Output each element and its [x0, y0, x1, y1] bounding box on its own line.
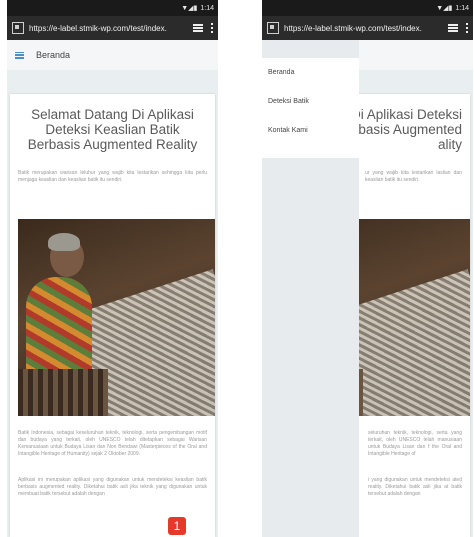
- overflow-menu-icon[interactable]: [466, 23, 468, 33]
- url-text[interactable]: https://e-label.stmik-wp.com/test/index.: [284, 24, 442, 33]
- browser-url-bar: https://e-label.stmik-wp.com/test/index.: [7, 16, 218, 40]
- phone-screen-right: ▼◢▮ 1:14 https://e-label.stmik-wp.com/te…: [262, 0, 473, 537]
- clock: 1:14: [455, 4, 469, 12]
- page-title: Selamat Datang Di Aplikasi Deteksi Keasl…: [27, 107, 198, 152]
- step-number-badge: 1: [168, 517, 186, 535]
- drawer-item-kontak-kami[interactable]: Kontak Kami: [262, 116, 359, 145]
- tabs-icon[interactable]: [448, 24, 458, 32]
- intro-text-partial: ur yang wajib kita lestarikan laslian da…: [365, 170, 462, 183]
- batik-artisan-image: [18, 219, 215, 416]
- status-bar: ▼◢▮ 1:14: [262, 0, 473, 16]
- site-favicon-icon: [12, 22, 24, 34]
- site-favicon-icon: [267, 22, 279, 34]
- app-description-paragraph: Aplikasi ini merupakan aplikasi yang dig…: [18, 477, 207, 497]
- tabs-icon[interactable]: [193, 24, 203, 32]
- batik-unesco-paragraph-partial: seluruhan teknik, teknologi, serta yang …: [368, 430, 462, 457]
- app-description-paragraph-partial: i yang digunakan untuk mendeteksi ated r…: [368, 477, 462, 497]
- drawer-item-deteksi-batik[interactable]: Deteksi Batik: [262, 87, 359, 116]
- overflow-menu-icon[interactable]: [211, 23, 213, 33]
- content-card: Selamat Datang Di Aplikasi Deteksi Keasl…: [10, 94, 215, 537]
- hamburger-menu-icon[interactable]: [15, 51, 24, 59]
- clock: 1:14: [200, 4, 214, 12]
- navbar-brand[interactable]: Beranda: [36, 50, 70, 60]
- signal-battery-icon: ▼◢▮: [436, 5, 453, 12]
- intro-text: Batik merupakan warisan leluhur yang waj…: [18, 170, 207, 183]
- browser-url-bar: https://e-label.stmik-wp.com/test/index.: [262, 16, 473, 40]
- site-navbar: Beranda: [7, 40, 218, 70]
- status-bar: ▼◢▮ 1:14: [7, 0, 218, 16]
- signal-battery-icon: ▼◢▮: [181, 5, 198, 12]
- batik-unesco-paragraph: Batik Indonesia, sebagai keseluruhan tek…: [18, 430, 207, 457]
- nav-drawer: Beranda Deteksi Batik Kontak Kami: [262, 58, 359, 158]
- url-text[interactable]: https://e-label.stmik-wp.com/test/index.: [29, 24, 187, 33]
- drawer-item-beranda[interactable]: Beranda: [262, 58, 359, 87]
- phone-screen-left: ▼◢▮ 1:14 https://e-label.stmik-wp.com/te…: [7, 0, 218, 537]
